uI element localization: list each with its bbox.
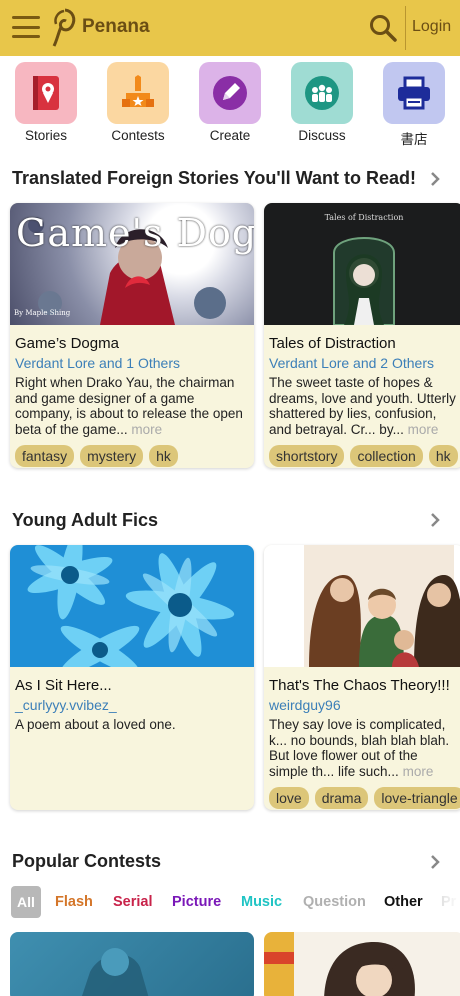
cover-title: Game's Dogma — [16, 211, 254, 255]
story-author[interactable]: weirdguy96 — [269, 697, 460, 713]
story-card[interactable]: Tales of Distraction Tales of Distractio… — [264, 203, 460, 468]
tag-list: love drama love-triangle — [269, 787, 460, 809]
category-label: Contests — [111, 128, 165, 143]
more-link[interactable]: more — [408, 422, 439, 437]
scroll-fade — [428, 886, 460, 920]
section-title: Popular Contests — [12, 851, 162, 871]
contest-cover-art — [264, 932, 415, 996]
story-card[interactable]: That's The Chaos Theory!!! weirdguy96 Th… — [264, 545, 460, 810]
story-author[interactable]: Verdant Lore and 2 Others — [269, 355, 460, 371]
chevron-right-icon[interactable] — [428, 172, 442, 186]
story-description: Right when Drako Yau, the chairman and g… — [15, 375, 250, 437]
cover-art — [27, 545, 235, 667]
story-description: The sweet taste of hopes & dreams, love … — [269, 375, 460, 437]
tag[interactable]: love — [269, 787, 309, 809]
story-title[interactable]: Tales of Distraction — [269, 335, 460, 352]
story-card[interactable]: As I Sit Here... _curlyyy.vvibez_ A poem… — [10, 545, 254, 810]
contest-card[interactable] — [10, 932, 254, 996]
story-cover: Game's Dogma By Maple Shing — [10, 203, 254, 325]
story-title[interactable]: Game’s Dogma — [15, 335, 254, 352]
section-title: Translated Foreign Stories You'll Want t… — [12, 168, 416, 188]
category-row: Stories Contests Create Discuss 書店 — [0, 60, 460, 148]
filter-all[interactable]: All — [11, 886, 41, 918]
story-description: A poem about a loved one. — [15, 717, 250, 779]
category-label: Discuss — [298, 128, 346, 143]
category-label: Create — [209, 128, 251, 143]
group-icon — [291, 62, 353, 124]
filter-flash[interactable]: Flash — [55, 894, 93, 910]
story-card[interactable]: Game's Dogma By Maple Shing Game’s Dogma… — [10, 203, 254, 468]
tag[interactable]: shortstory — [269, 445, 345, 467]
contest-card[interactable] — [264, 932, 460, 996]
tag[interactable]: fantasy — [15, 445, 75, 467]
book-map-icon — [15, 62, 77, 124]
category-discuss[interactable]: Discuss — [287, 60, 357, 143]
cover-art — [304, 545, 460, 667]
header-divider — [405, 6, 406, 50]
story-author[interactable]: Verdant Lore and 1 Others — [15, 355, 254, 371]
pencil-icon — [199, 62, 261, 124]
chevron-right-icon[interactable] — [428, 855, 442, 869]
search-icon[interactable] — [368, 13, 398, 43]
category-contests[interactable]: Contests — [103, 60, 173, 143]
more-link[interactable]: more — [131, 422, 162, 437]
menu-icon[interactable] — [12, 16, 40, 38]
filter-other[interactable]: Other — [384, 894, 423, 910]
story-cover — [10, 545, 254, 667]
story-author[interactable]: _curlyyy.vvibez_ — [15, 697, 254, 713]
cover-title: Tales of Distraction — [324, 213, 404, 222]
contest-cover-art — [82, 948, 149, 996]
story-cover: Tales of Distraction — [264, 203, 460, 325]
tag[interactable]: love-triangle — [374, 787, 460, 809]
category-stories[interactable]: Stories — [11, 60, 81, 143]
category-label: Stories — [24, 128, 68, 143]
tag[interactable]: collection — [350, 445, 423, 467]
top-app-bar: Penana Login — [0, 0, 460, 56]
trophy-podium-icon — [107, 62, 169, 124]
tag[interactable]: hk — [428, 445, 458, 467]
tag[interactable]: drama — [314, 787, 369, 809]
filter-question[interactable]: Question — [303, 894, 366, 910]
story-title[interactable]: As I Sit Here... — [15, 677, 254, 694]
tag-list: fantasy mystery hk — [15, 445, 254, 467]
tag-list: shortstory collection hk — [269, 445, 460, 467]
description-text: A poem about a loved one. — [15, 717, 176, 732]
contest-filter-tabs: All Flash Serial Picture Music Question … — [0, 886, 460, 920]
more-link[interactable]: more — [403, 764, 434, 779]
filter-music[interactable]: Music — [241, 894, 282, 910]
filter-picture[interactable]: Picture — [172, 894, 221, 910]
tag[interactable]: hk — [149, 445, 178, 467]
app-name[interactable]: Penana — [82, 16, 150, 38]
cover-byline: By Maple Shing — [14, 309, 71, 317]
description-text: Right when Drako Yau, the chairman and g… — [15, 375, 243, 437]
login-button[interactable]: Login — [412, 18, 451, 36]
filter-serial[interactable]: Serial — [113, 894, 153, 910]
section-title: Young Adult Fics — [12, 510, 158, 530]
story-description: They say love is complicated, k... no bo… — [269, 717, 460, 779]
tag[interactable]: mystery — [80, 445, 144, 467]
category-label: 書店 — [400, 132, 428, 147]
category-create[interactable]: Create — [195, 60, 265, 143]
shop-icon — [383, 62, 445, 124]
chevron-right-icon[interactable] — [428, 513, 442, 527]
story-title[interactable]: That's The Chaos Theory!!! — [269, 677, 460, 694]
story-cover — [264, 545, 460, 667]
penana-logo-icon[interactable] — [48, 7, 78, 49]
category-shop[interactable]: 書店 — [379, 60, 449, 148]
